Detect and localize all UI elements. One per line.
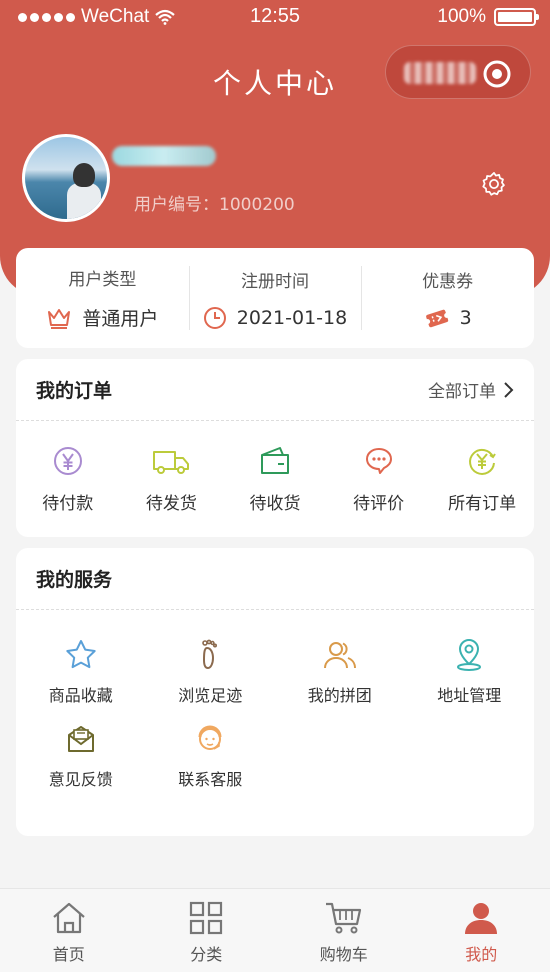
my-services-card: 我的服务 商品收藏 浏览足迹 我的拼团 地址管理 意见反馈 联系客服 <box>16 548 534 836</box>
register-time-label: 注册时间 <box>241 271 309 292</box>
order-all-label: 所有订单 <box>448 494 517 514</box>
coupons-label: 优惠券 <box>422 271 474 292</box>
envelope-icon <box>67 726 94 752</box>
user-info-card: 用户类型 普通用户 注册时间 2021-01-18 优惠券 3 <box>16 248 534 348</box>
customer-service-icon <box>198 725 222 750</box>
chevron-right-icon <box>504 381 514 398</box>
tab-bar: 首页 分类 购物车 我的 <box>0 888 550 972</box>
order-pending-review-label: 待评价 <box>353 494 405 514</box>
battery-icon <box>494 8 539 26</box>
username-blurred <box>112 146 216 166</box>
service-favorites[interactable]: 商品收藏 <box>16 638 146 706</box>
order-pending-shipment-label: 待发货 <box>145 494 197 514</box>
all-orders-link[interactable]: 全部订单 <box>428 377 514 402</box>
my-orders-card: 我的订单 全部订单 待付款 待发货 待收货 待评价 所有订单 <box>16 359 534 537</box>
services-header: 我的服务 <box>16 548 534 610</box>
coupon-icon <box>424 309 449 327</box>
service-favorites-label: 商品收藏 <box>48 686 113 705</box>
service-feedback-label: 意见反馈 <box>48 770 113 789</box>
category-grid-icon <box>190 901 223 935</box>
capsule-menu-blurred[interactable] <box>404 62 476 84</box>
order-pending-receipt-label: 待收货 <box>249 494 301 514</box>
tab-category-label: 分类 <box>190 945 223 964</box>
user-id: 用户编号：1000200 <box>134 195 295 215</box>
tab-cart-label: 购物车 <box>319 945 368 964</box>
truck-icon <box>153 451 190 474</box>
gear-icon[interactable] <box>480 170 508 198</box>
tab-home[interactable]: 首页 <box>0 889 138 972</box>
service-customer-support[interactable]: 联系客服 <box>146 722 276 790</box>
footprint-icon <box>202 639 218 670</box>
cart-icon <box>325 902 361 934</box>
order-pending-shipment[interactable]: 待发货 <box>120 445 224 514</box>
profile-icon <box>465 903 498 934</box>
service-address-label: 地址管理 <box>437 686 502 705</box>
register-time-value: 2021-01-18 <box>236 306 348 329</box>
all-orders-label: 全部订单 <box>428 382 496 402</box>
order-pending-payment[interactable]: 待付款 <box>16 445 120 514</box>
chat-bubble-icon <box>365 448 392 474</box>
service-address[interactable]: 地址管理 <box>405 638 535 706</box>
avatar[interactable] <box>22 134 110 222</box>
service-group-buy-label: 我的拼团 <box>307 686 372 705</box>
tab-cart[interactable]: 购物车 <box>275 889 413 972</box>
wallet-icon <box>260 447 289 474</box>
user-type: 用户类型 普通用户 <box>16 248 189 348</box>
tab-home-label: 首页 <box>52 945 85 964</box>
service-group-buy[interactable]: 我的拼团 <box>275 638 405 706</box>
tab-profile-label: 我的 <box>465 945 498 964</box>
close-target-icon[interactable] <box>482 59 512 89</box>
star-icon <box>66 640 96 669</box>
service-footprints-label: 浏览足迹 <box>178 686 243 705</box>
service-feedback[interactable]: 意见反馈 <box>16 722 146 790</box>
status-bar: WeChat 12:55 100% <box>0 0 550 34</box>
yen-circle-icon <box>53 447 82 475</box>
group-icon <box>323 642 356 669</box>
user-type-value: 普通用户 <box>82 308 159 330</box>
refund-yen-icon <box>469 448 497 475</box>
order-all[interactable]: 所有订单 <box>430 445 534 514</box>
user-type-label: 用户类型 <box>68 270 137 290</box>
status-battery: 100% <box>437 6 539 28</box>
coupons[interactable]: 优惠券 3 <box>361 248 534 348</box>
order-pending-payment-label: 待付款 <box>42 494 94 514</box>
service-footprints[interactable]: 浏览足迹 <box>146 638 276 706</box>
tab-category[interactable]: 分类 <box>138 889 276 972</box>
clock-icon <box>203 306 226 329</box>
services-title: 我的服务 <box>36 569 113 591</box>
order-pending-receipt[interactable]: 待收货 <box>223 445 327 514</box>
order-pending-review[interactable]: 待评价 <box>327 445 431 514</box>
miniprogram-capsule[interactable] <box>385 45 531 99</box>
tab-profile[interactable]: 我的 <box>413 889 550 972</box>
service-customer-support-label: 联系客服 <box>178 770 243 789</box>
register-time: 注册时间 2021-01-18 <box>188 248 362 348</box>
home-icon <box>53 902 85 934</box>
orders-title: 我的订单 <box>36 380 113 402</box>
orders-header: 我的订单 全部订单 <box>16 359 534 421</box>
location-pin-icon <box>457 639 482 671</box>
coupons-value: 3 <box>459 306 472 329</box>
crown-icon <box>48 308 71 329</box>
battery-percent: 100% <box>437 6 486 27</box>
